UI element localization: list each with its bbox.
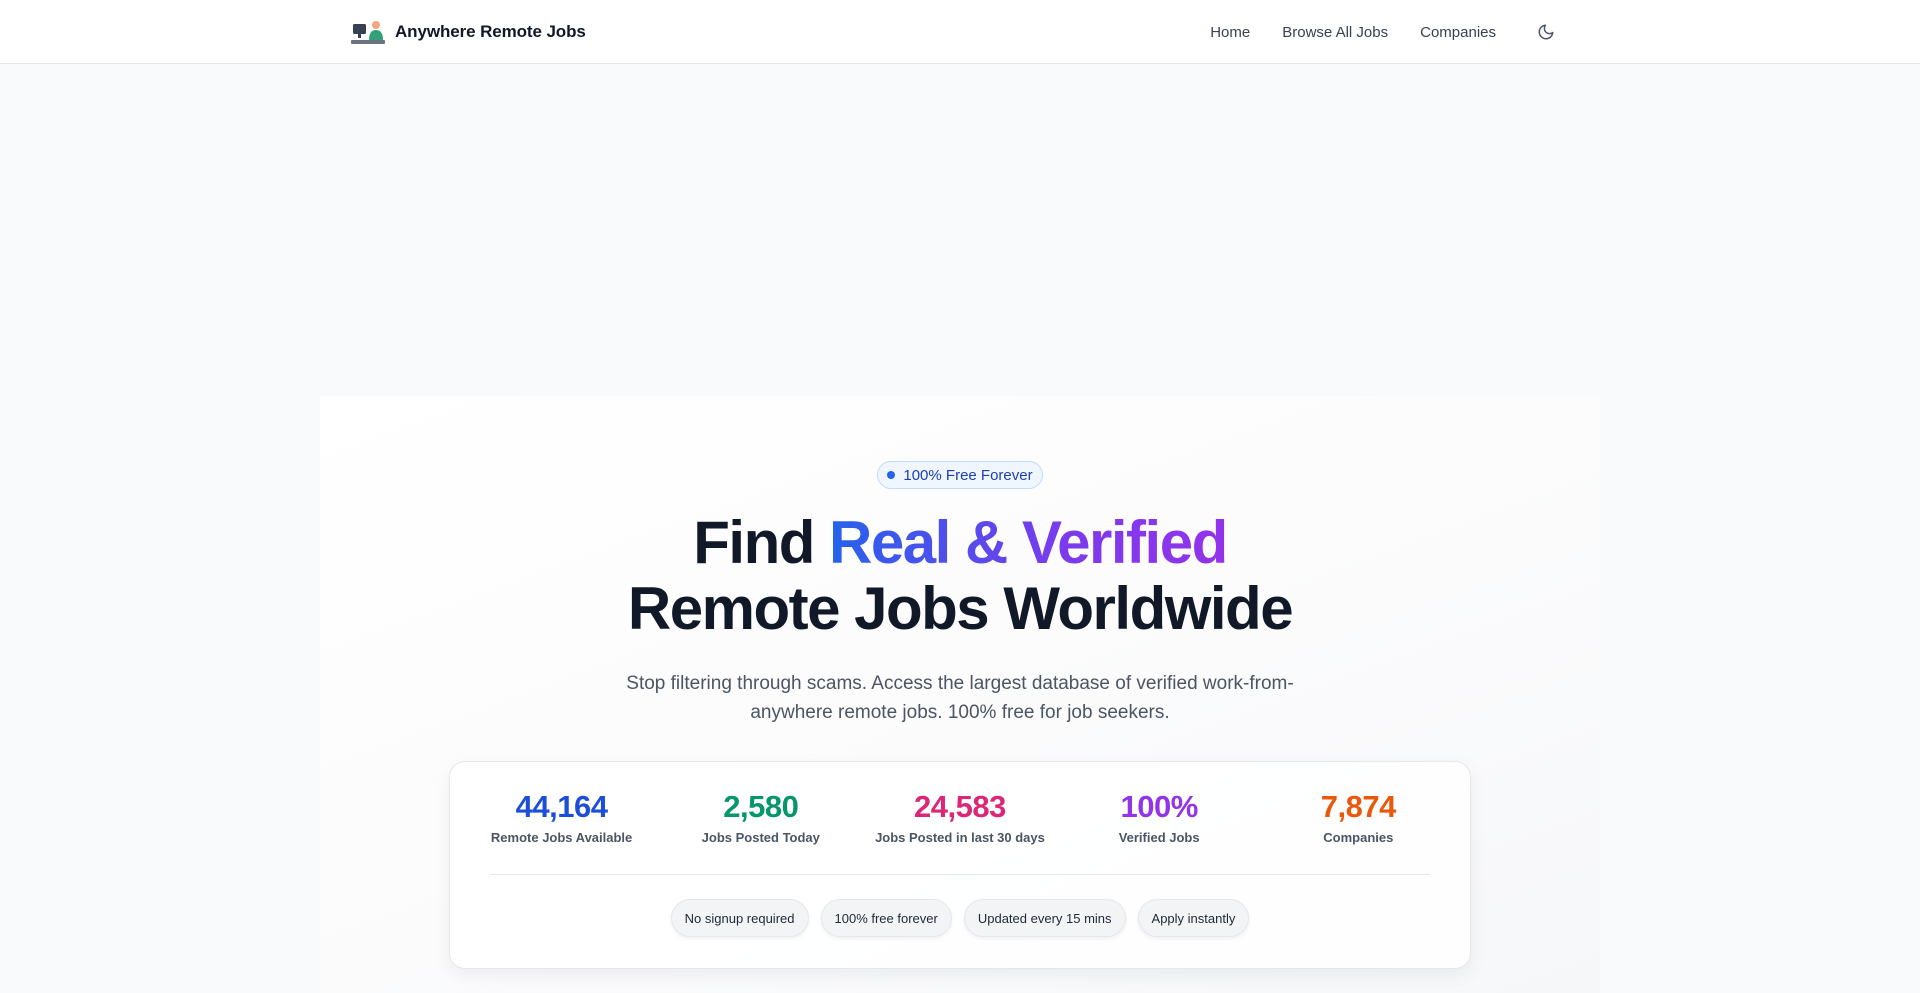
nav-browse-all-jobs-link[interactable]: Browse All Jobs: [1282, 24, 1388, 41]
stats-row: 44,164 Remote Jobs Available 2,580 Jobs …: [450, 789, 1470, 846]
headline-highlight: Real & Verified: [829, 509, 1228, 576]
brand-home-link[interactable]: Anywhere Remote Jobs: [351, 18, 586, 46]
stat-value: 7,874: [1320, 789, 1397, 824]
stat-label: Jobs Posted Today: [701, 830, 820, 845]
stat-label: Jobs Posted in last 30 days: [875, 830, 1045, 845]
stat-verified-jobs: 100% Verified Jobs: [1061, 789, 1257, 846]
stats-card: 44,164 Remote Jobs Available 2,580 Jobs …: [449, 761, 1471, 969]
stat-label: Verified Jobs: [1118, 830, 1200, 845]
stat-jobs-today: 2,580 Jobs Posted Today: [663, 789, 859, 846]
free-forever-badge: 100% Free Forever: [877, 461, 1043, 489]
dot-icon: [887, 471, 896, 479]
feature-pill: No signup required: [670, 899, 809, 937]
stat-value: 44,164: [515, 789, 608, 824]
stat-label: Companies: [1323, 830, 1394, 845]
site-header: Anywhere Remote Jobs Home Browse All Job…: [0, 0, 1920, 64]
stat-value: 100%: [1120, 789, 1199, 824]
headline-line2: Remote Jobs Worldwide: [627, 575, 1294, 642]
stat-jobs-30-days: 24,583 Jobs Posted in last 30 days: [862, 789, 1058, 846]
badge-label: 100% Free Forever: [903, 466, 1033, 484]
hero-headline: Find Real & Verified Remote Jobs Worldwi…: [0, 510, 1920, 642]
feature-pills: No signup required 100% free forever Upd…: [450, 899, 1470, 937]
feature-pill: Apply instantly: [1137, 899, 1250, 937]
headline-part1: Find: [693, 509, 830, 576]
nav-home-link[interactable]: Home: [1210, 24, 1250, 41]
stat-value: 24,583: [914, 789, 1006, 824]
brand-name: Anywhere Remote Jobs: [395, 22, 586, 41]
moon-icon: [1538, 24, 1554, 40]
nav-companies-link[interactable]: Companies: [1420, 24, 1496, 41]
remote-worker-logo-icon: [351, 21, 385, 44]
theme-toggle-button[interactable]: [1532, 18, 1560, 46]
stat-value: 2,580: [723, 789, 799, 824]
stat-remote-jobs: 44,164 Remote Jobs Available: [464, 789, 660, 846]
stats-divider: [490, 874, 1430, 875]
hero-subtext: Stop filtering through scams. Access the…: [626, 673, 1294, 723]
stat-companies: 7,874 Companies: [1260, 789, 1456, 846]
feature-pill: 100% free forever: [820, 899, 952, 937]
main-nav: Home Browse All Jobs Companies: [1210, 18, 1560, 46]
feature-pill: Updated every 15 mins: [963, 899, 1126, 937]
stat-label: Remote Jobs Available: [490, 830, 633, 845]
